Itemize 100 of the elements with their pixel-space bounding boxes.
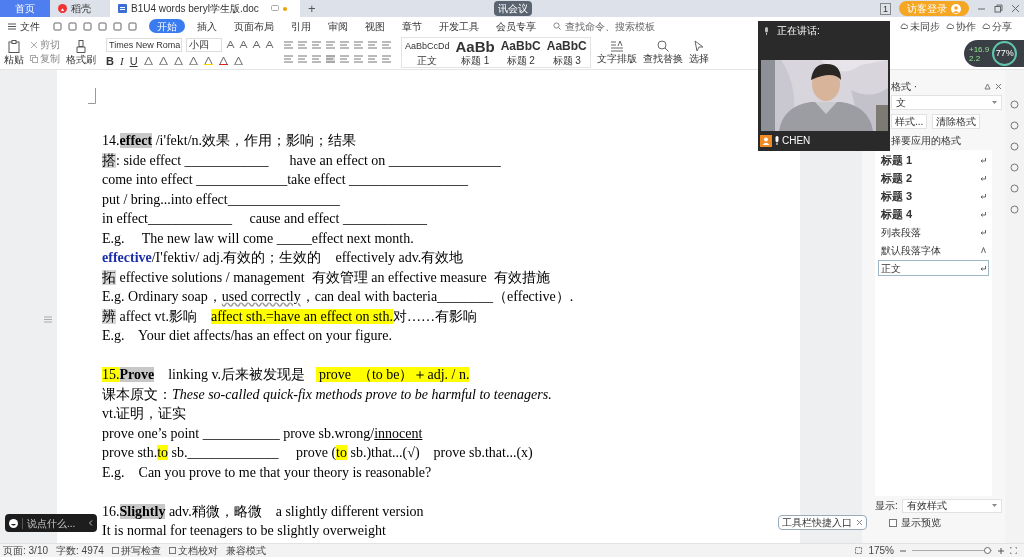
page-corner-mark <box>88 88 96 104</box>
close-icon[interactable] <box>1011 4 1020 13</box>
check-box-icon <box>168 547 176 554</box>
format-button[interactable]: U <box>129 54 138 67</box>
document-icon <box>118 4 127 13</box>
menu-icon <box>8 22 16 30</box>
file-menu[interactable]: 文件 <box>4 18 44 34</box>
document-line: in effect____________ cause and effect ____________ <box>102 210 427 228</box>
memory-gauge: 77% <box>992 41 1018 66</box>
style-dropdown[interactable]: 文 <box>891 95 1002 110</box>
restore-icon[interactable] <box>994 4 1003 13</box>
paragraph-mark-icon <box>980 265 986 271</box>
style-item[interactable]: 正文 <box>878 260 989 276</box>
ribbon-tool[interactable]: 选择 <box>688 40 709 64</box>
style-item[interactable]: 标题 4 <box>878 206 989 222</box>
style-item[interactable]: 默认段落字体 <box>878 242 989 258</box>
new-tab-button[interactable]: + <box>300 0 324 17</box>
paragraph-mark-icon <box>980 211 986 217</box>
paste-button[interactable]: 粘贴 <box>4 39 24 65</box>
pin-icon[interactable] <box>984 82 991 90</box>
document-line: 拓 effective solutions / management 有效管理 an effective measure 有效措施 <box>102 268 550 287</box>
menu-tab[interactable]: 章节 <box>394 18 430 34</box>
panel-title: 格式 · <box>891 79 918 94</box>
document-line: E.g. Your diet affects/has an effect on your figure. <box>102 327 392 345</box>
document-line: prove one’s point ___________ prove sb.wrong/innocent <box>102 424 423 443</box>
fit-page-icon[interactable] <box>855 547 863 554</box>
format-button[interactable]: I <box>119 54 124 67</box>
zoom-level[interactable]: 175% <box>868 544 894 557</box>
menu-tab[interactable]: 页面布局 <box>226 18 282 34</box>
outline-toggle-icon[interactable] <box>44 316 52 323</box>
window-count: 1 <box>880 2 891 15</box>
size-field[interactable]: 小四 <box>186 37 222 52</box>
tab[interactable]: 稻壳 <box>50 0 110 17</box>
search-field[interactable]: 查找命令、搜索模板 <box>553 18 665 34</box>
copy-button[interactable]: 复制 <box>30 53 60 65</box>
panel-button[interactable]: 样式... <box>891 114 928 129</box>
download-speed: 2.2 <box>969 53 982 63</box>
menu-tab[interactable]: 审阅 <box>320 18 356 34</box>
close-icon[interactable] <box>856 519 863 526</box>
zoom-slider[interactable] <box>912 547 992 554</box>
cut-button[interactable]: 剪切 <box>30 39 60 51</box>
document-line: E.g. Can you prove to me that your theory is reasonable? <box>102 463 432 482</box>
style-preset[interactable]: AaBbC 标题 2 <box>497 37 544 67</box>
grow-font-icon[interactable] <box>226 40 235 49</box>
font-color-icon[interactable] <box>218 56 228 65</box>
fullscreen-icon[interactable] <box>1010 547 1017 554</box>
zoom-in-icon[interactable] <box>998 547 1004 554</box>
style-item[interactable]: 标题 2 <box>878 170 989 186</box>
menu-tab[interactable]: 开始 <box>149 19 185 33</box>
style-item[interactable]: 列表段落 <box>878 224 989 240</box>
cloud-icon <box>982 22 990 30</box>
caret-icon <box>992 503 997 508</box>
menu-tab[interactable]: 会员专享 <box>488 18 544 34</box>
ribbon-tool[interactable]: 文字排版 <box>596 40 637 64</box>
status-button[interactable]: 拼写检查 <box>111 544 161 557</box>
avatar-icon <box>760 134 772 147</box>
copy-icon <box>30 55 38 63</box>
style-preset[interactable]: AaBbC 标题 3 <box>543 37 590 67</box>
document-line: 14.effect /i'fekt/n.效果，作用；影响；结果 <box>102 132 357 150</box>
paragraph-mark-icon <box>980 175 986 181</box>
menu-tab[interactable]: 视图 <box>357 18 393 34</box>
brush-icon <box>76 39 86 53</box>
upload-speed: +16.9 <box>969 44 990 54</box>
status-button[interactable]: 文档校对 <box>168 544 218 557</box>
chat-input[interactable]: 说点什么... <box>5 514 97 532</box>
panel-label: 显示: <box>875 499 898 513</box>
document-line: put / bring...into effect________________ <box>102 190 340 209</box>
tab[interactable]: 首页 <box>0 0 50 17</box>
paragraph-mark-icon <box>980 229 986 235</box>
tooltip: 工具栏快捷入口 <box>778 515 867 530</box>
menu-tab[interactable]: 开发工具 <box>431 18 487 34</box>
menu-tab[interactable]: 引用 <box>283 18 319 34</box>
document-line: E.g. The new law will come _____effect next month. <box>102 229 414 248</box>
document-line: 15.Prove linking v.后来被发现是 prove （to be）＋adj. / n. <box>102 366 470 384</box>
status-button[interactable]: 兼容模式 <box>225 544 266 557</box>
menu-tab[interactable]: 插入 <box>189 18 225 34</box>
flame-icon <box>58 4 67 13</box>
toolbar-action[interactable]: 未同步 <box>900 18 940 34</box>
ribbon-tool[interactable]: 查找替换 <box>642 40 683 64</box>
style-item[interactable]: 标题 1 <box>878 152 989 168</box>
preview-checkbox[interactable]: 显示预览 <box>889 515 1002 530</box>
font-field[interactable]: Times New Roma <box>106 37 182 52</box>
style-item[interactable]: 标题 3 <box>878 188 989 204</box>
word-count: 字数: 4974 <box>56 544 104 557</box>
close-icon[interactable] <box>995 82 1002 90</box>
microphone-icon <box>774 136 780 145</box>
tab[interactable]: B1U4 words beryl学生版.doc <box>110 0 300 17</box>
style-preset[interactable]: AaBbCcDd 正文 <box>402 37 453 67</box>
toolbar-action[interactable]: 协作 <box>946 18 976 34</box>
style-preset[interactable]: AaBb 标题 1 <box>452 37 498 67</box>
toolbar-action[interactable]: 分享 <box>982 18 1012 34</box>
format-painter-button[interactable]: 格式刷 <box>66 39 96 65</box>
show-dropdown[interactable]: 有效样式 <box>901 498 1002 513</box>
format-button[interactable]: B <box>106 54 114 67</box>
panel-button[interactable]: 清除格式 <box>932 114 981 129</box>
zoom-out-icon[interactable] <box>900 547 906 554</box>
document-line: 搭: side effect ____________ have an effect on ________________ <box>102 151 501 170</box>
highlight-icon[interactable] <box>203 56 213 65</box>
document-line: 课本原文：These so-called quick-fix methods prove to be harmful to teenagers. <box>102 385 552 404</box>
speaker-name: CHEN <box>782 134 811 148</box>
